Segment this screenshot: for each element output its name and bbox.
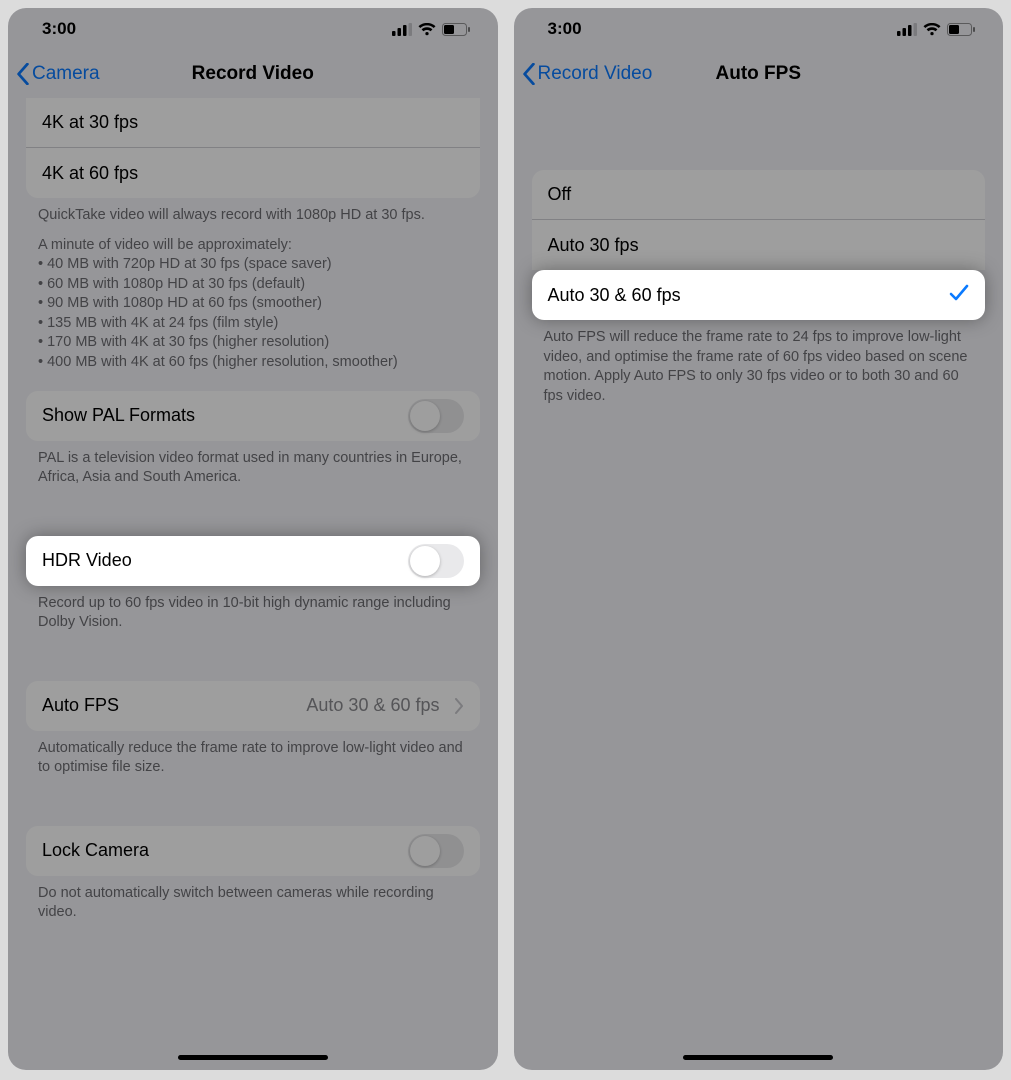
option-4k-60[interactable]: 4K at 60 fps	[26, 148, 480, 198]
autofps-page-footer: Auto FPS will reduce the frame rate to 2…	[514, 320, 1004, 412]
chevron-left-icon	[522, 63, 536, 85]
autofps-value: Auto 30 & 60 fps	[306, 695, 439, 716]
chevron-left-icon	[16, 63, 30, 85]
home-indicator[interactable]	[178, 1055, 328, 1061]
hdr-label: HDR Video	[42, 550, 132, 571]
pal-toggle[interactable]	[408, 399, 464, 433]
back-label: Camera	[32, 63, 100, 85]
back-label: Record Video	[538, 63, 653, 85]
option-4k-30[interactable]: 4K at 30 fps	[26, 98, 480, 148]
show-pal-formats-row[interactable]: Show PAL Formats	[26, 391, 480, 441]
back-button[interactable]: Camera	[16, 63, 100, 85]
wifi-icon	[418, 23, 436, 36]
back-button[interactable]: Record Video	[522, 63, 653, 85]
auto-fps-row[interactable]: Auto FPS Auto 30 & 60 fps	[26, 681, 480, 731]
battery-icon	[442, 23, 470, 36]
autofps-option-off[interactable]: Off	[532, 170, 986, 220]
hdr-toggle[interactable]	[408, 544, 464, 578]
autofps-footer: Automatically reduce the frame rate to i…	[8, 731, 498, 784]
lock-footer: Do not automatically switch between came…	[8, 876, 498, 929]
autofps-option-30-60[interactable]: Auto 30 & 60 fps	[532, 270, 986, 320]
hdr-footer: Record up to 60 fps video in 10-bit high…	[8, 586, 498, 639]
option-label: Off	[548, 184, 572, 205]
cellular-icon	[897, 23, 917, 36]
option-label: Auto 30 & 60 fps	[548, 285, 681, 306]
cellular-icon	[392, 23, 412, 36]
pal-label: Show PAL Formats	[42, 405, 195, 426]
lock-toggle[interactable]	[408, 834, 464, 868]
hdr-video-row[interactable]: HDR Video	[26, 536, 480, 586]
lock-label: Lock Camera	[42, 840, 149, 861]
checkmark-icon	[949, 284, 969, 307]
autofps-option-30[interactable]: Auto 30 fps	[532, 220, 986, 270]
lock-camera-row[interactable]: Lock Camera	[26, 826, 480, 876]
autofps-label: Auto FPS	[42, 695, 119, 716]
option-label: Auto 30 fps	[548, 235, 639, 256]
status-icons	[392, 23, 470, 36]
quicktake-footer: QuickTake video will always record with …	[8, 198, 498, 379]
status-time: 3:00	[548, 19, 582, 39]
page-title: Record Video	[192, 63, 314, 85]
option-label: 4K at 60 fps	[42, 163, 138, 184]
status-time: 3:00	[42, 19, 76, 39]
chevron-right-icon	[454, 698, 464, 714]
wifi-icon	[923, 23, 941, 36]
pal-footer: PAL is a television video format used in…	[8, 441, 498, 494]
option-label: 4K at 30 fps	[42, 112, 138, 133]
status-icons	[897, 23, 975, 36]
battery-icon	[947, 23, 975, 36]
page-title: Auto FPS	[716, 63, 802, 85]
home-indicator[interactable]	[683, 1055, 833, 1061]
